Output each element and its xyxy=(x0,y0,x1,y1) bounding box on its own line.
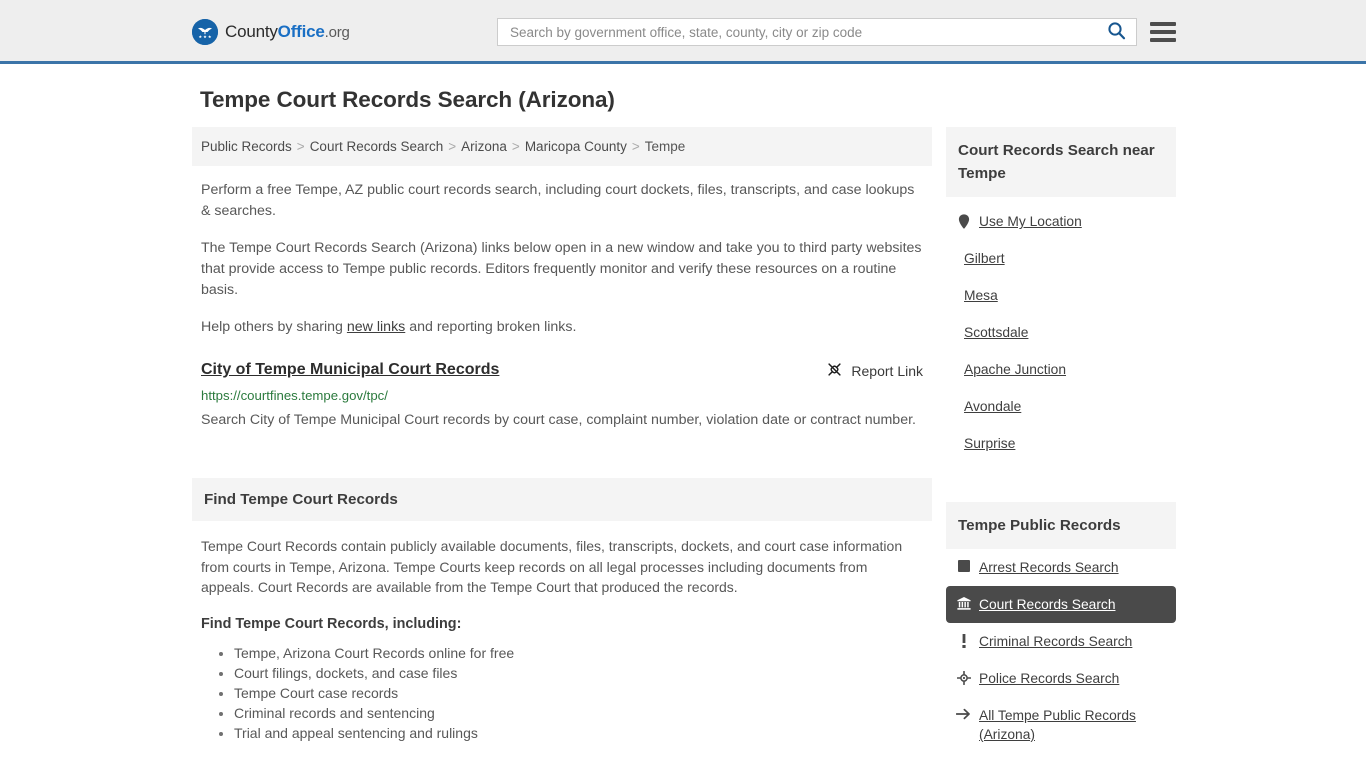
find-records-paragraph: Tempe Court Records contain publicly ava… xyxy=(201,538,903,595)
breadcrumb-item-tempe: Tempe xyxy=(644,139,686,154)
breadcrumb-item-public-records[interactable]: Public Records xyxy=(201,139,292,154)
find-records-body: Tempe Court Records contain publicly ava… xyxy=(192,521,932,743)
share-text-before: Help others by sharing xyxy=(201,319,347,335)
nearby-item-scottsdale[interactable]: Scottsdale xyxy=(946,314,1176,351)
content-layout: Public Records > Court Records Search > Ariz… xyxy=(192,127,1176,753)
nearby-item-label[interactable]: Scottsdale xyxy=(964,323,1028,342)
site-logo[interactable]: CountyOffice.org xyxy=(192,19,350,45)
public-records-item-label[interactable]: Arrest Records Search xyxy=(979,558,1119,577)
public-records-item-arrest-records-search[interactable]: Arrest Records Search xyxy=(946,549,1176,586)
hamburger-bar xyxy=(1150,30,1176,34)
list-item: Court filings, dockets, and case files xyxy=(234,663,923,683)
breadcrumb-separator: > xyxy=(511,139,520,154)
nearby-item-gilbert[interactable]: Gilbert xyxy=(946,240,1176,277)
public-records-card: Tempe Public Records Arrest Records Sear… xyxy=(946,502,1176,753)
breadcrumb: Public Records > Court Records Search > Ariz… xyxy=(192,127,932,166)
result-item: City of Tempe Municipal Court Records Re… xyxy=(192,338,932,433)
list-item: Trial and appeal sentencing and rulings xyxy=(234,723,923,743)
breadcrumb-item-maricopa-county[interactable]: Maricopa County xyxy=(525,139,627,154)
public-records-heading: Tempe Public Records xyxy=(946,502,1176,549)
main-column: Public Records > Court Records Search > Ariz… xyxy=(192,127,932,743)
nearby-item-label[interactable]: Apache Junction xyxy=(964,360,1066,379)
site-logo-text: CountyOffice.org xyxy=(225,22,350,42)
search-input[interactable] xyxy=(508,20,1101,44)
breadcrumb-item-arizona[interactable]: Arizona xyxy=(461,139,507,154)
find-records-subheading: Find Tempe Court Records, including: xyxy=(201,615,462,632)
logo-text-office: Office xyxy=(277,22,325,41)
result-url[interactable]: https://courtfines.tempe.gov/tpc/ xyxy=(201,387,923,404)
result-description: Search City of Tempe Municipal Court rec… xyxy=(201,412,916,428)
report-link-label: Report Link xyxy=(851,363,923,379)
public-records-item-label[interactable]: All Tempe Public Records (Arizona) xyxy=(979,706,1166,744)
intro-paragraph-3: Help others by sharing new links and rep… xyxy=(192,301,932,338)
find-records-section: Find Tempe Court Records Tempe Court Rec… xyxy=(192,478,932,743)
public-records-item-all-tempe-public-records-arizona[interactable]: All Tempe Public Records (Arizona) xyxy=(946,697,1176,753)
public-records-item-court-records-search[interactable]: Court Records Search xyxy=(946,586,1176,623)
nearby-item-label[interactable]: Surprise xyxy=(964,434,1015,453)
fingerprint-square-icon xyxy=(956,558,971,572)
arrow-right-icon xyxy=(956,706,971,720)
breadcrumb-item-court-records-search[interactable]: Court Records Search xyxy=(310,139,444,154)
search-icon xyxy=(1107,21,1126,43)
intro-paragraph-2: The Tempe Court Records Search (Arizona)… xyxy=(201,240,922,298)
public-records-item-label[interactable]: Court Records Search xyxy=(979,595,1116,614)
find-records-heading: Find Tempe Court Records xyxy=(192,478,932,521)
nearby-item-mesa[interactable]: Mesa xyxy=(946,277,1176,314)
list-item: Tempe Court case records xyxy=(234,683,923,703)
report-link-button[interactable]: Report Link xyxy=(826,360,923,381)
courthouse-icon xyxy=(956,595,971,610)
hamburger-bar xyxy=(1150,22,1176,26)
breadcrumb-separator: > xyxy=(448,139,457,154)
result-header: City of Tempe Municipal Court Records Re… xyxy=(201,360,923,381)
logo-text-org: .org xyxy=(324,24,350,41)
nearby-item-label[interactable]: Use My Location xyxy=(979,212,1082,231)
public-records-list: Arrest Records Search Court Records Searc… xyxy=(946,549,1176,753)
nearby-search-heading: Court Records Search near Tempe xyxy=(946,127,1176,197)
nearby-item-label[interactable]: Mesa xyxy=(964,286,998,305)
hamburger-bar xyxy=(1150,38,1176,42)
sidebar: Court Records Search near Tempe Use My L… xyxy=(946,127,1176,753)
page-container: Tempe Court Records Search (Arizona) Pub… xyxy=(0,64,1366,753)
nearby-search-list: Use My Location Gilbert Mesa Scottsdale Apac… xyxy=(946,197,1176,462)
list-item: Tempe, Arizona Court Records online for … xyxy=(234,643,923,663)
public-records-item-label[interactable]: Police Records Search xyxy=(979,669,1119,688)
police-badge-icon xyxy=(956,669,971,685)
nearby-item-label[interactable]: Gilbert xyxy=(964,249,1005,268)
public-records-item-label[interactable]: Criminal Records Search xyxy=(979,632,1132,651)
site-header: CountyOffice.org xyxy=(0,0,1366,64)
nearby-item-use-my-location[interactable]: Use My Location xyxy=(946,197,1176,240)
search-button[interactable] xyxy=(1101,21,1132,43)
logo-text-county: County xyxy=(225,22,278,41)
search-bar[interactable] xyxy=(497,18,1137,46)
public-records-item-criminal-records-search[interactable]: Criminal Records Search xyxy=(946,623,1176,660)
breadcrumb-separator: > xyxy=(631,139,640,154)
new-links-link[interactable]: new links xyxy=(347,319,405,335)
broken-link-icon xyxy=(826,361,843,381)
nearby-item-surprise[interactable]: Surprise xyxy=(946,425,1176,462)
find-records-bullet-list: Tempe, Arizona Court Records online for … xyxy=(201,643,923,743)
hamburger-menu-icon[interactable] xyxy=(1150,20,1176,44)
exclamation-icon xyxy=(956,632,971,648)
eagle-shield-emblem-icon xyxy=(192,19,218,45)
breadcrumb-separator: > xyxy=(296,139,305,154)
nearby-item-apache-junction[interactable]: Apache Junction xyxy=(946,351,1176,388)
share-text-after: and reporting broken links. xyxy=(405,319,577,335)
nearby-item-avondale[interactable]: Avondale xyxy=(946,388,1176,425)
map-pin-icon xyxy=(956,212,971,229)
page-title: Tempe Court Records Search (Arizona) xyxy=(200,87,615,112)
nearby-item-label[interactable]: Avondale xyxy=(964,397,1021,416)
public-records-item-police-records-search[interactable]: Police Records Search xyxy=(946,660,1176,697)
intro-paragraph-1: Perform a free Tempe, AZ public court re… xyxy=(201,182,915,219)
list-item: Criminal records and sentencing xyxy=(234,703,923,723)
result-title-link[interactable]: City of Tempe Municipal Court Records xyxy=(201,360,499,380)
nearby-search-card: Court Records Search near Tempe Use My L… xyxy=(946,127,1176,462)
